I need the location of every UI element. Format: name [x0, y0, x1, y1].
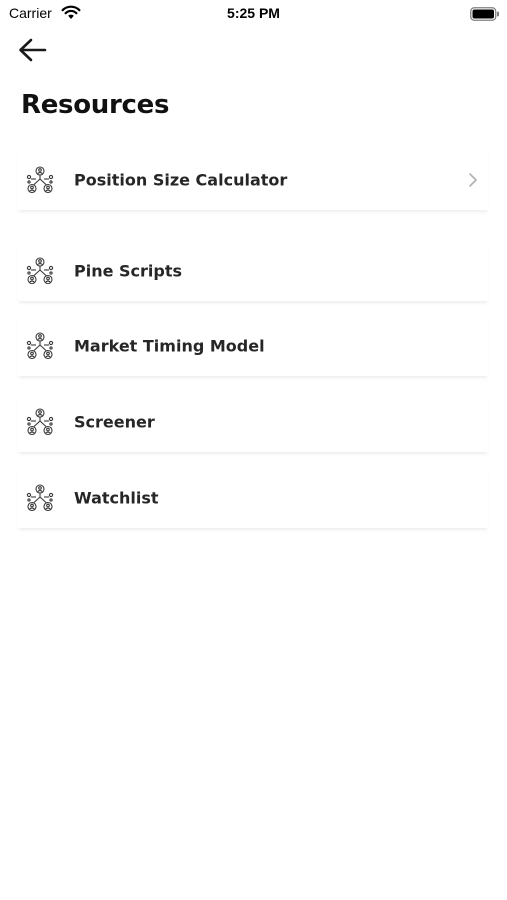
- resource-item-position-size-calculator[interactable]: Position Size Calculator: [18, 150, 488, 210]
- status-bar: Carrier 5:25 PM: [0, 0, 507, 28]
- resource-item-label: Market Timing Model: [74, 336, 265, 356]
- battery-icon: [470, 6, 500, 21]
- resource-item-screener[interactable]: Screener: [18, 392, 488, 452]
- page-title: Resources: [21, 90, 170, 120]
- resource-item-label: Screener: [74, 412, 155, 432]
- resource-item-watchlist[interactable]: Watchlist: [18, 468, 488, 528]
- resource-item-pine-scripts[interactable]: Pine Scripts: [18, 241, 488, 301]
- network-people-icon: [25, 408, 55, 436]
- network-people-icon: [25, 484, 55, 512]
- back-button[interactable]: [14, 36, 50, 68]
- status-time: 5:25 PM: [227, 5, 280, 21]
- resource-item-label: Watchlist: [74, 488, 159, 508]
- network-people-icon: [25, 332, 55, 360]
- arrow-left-icon: [16, 36, 48, 68]
- network-people-icon: [25, 166, 55, 194]
- resource-item-label: Position Size Calculator: [74, 170, 288, 190]
- chevron-right-icon: [468, 172, 478, 188]
- resource-item-label: Pine Scripts: [74, 261, 183, 281]
- resource-item-market-timing-model[interactable]: Market Timing Model: [18, 316, 488, 376]
- network-people-icon: [25, 257, 55, 285]
